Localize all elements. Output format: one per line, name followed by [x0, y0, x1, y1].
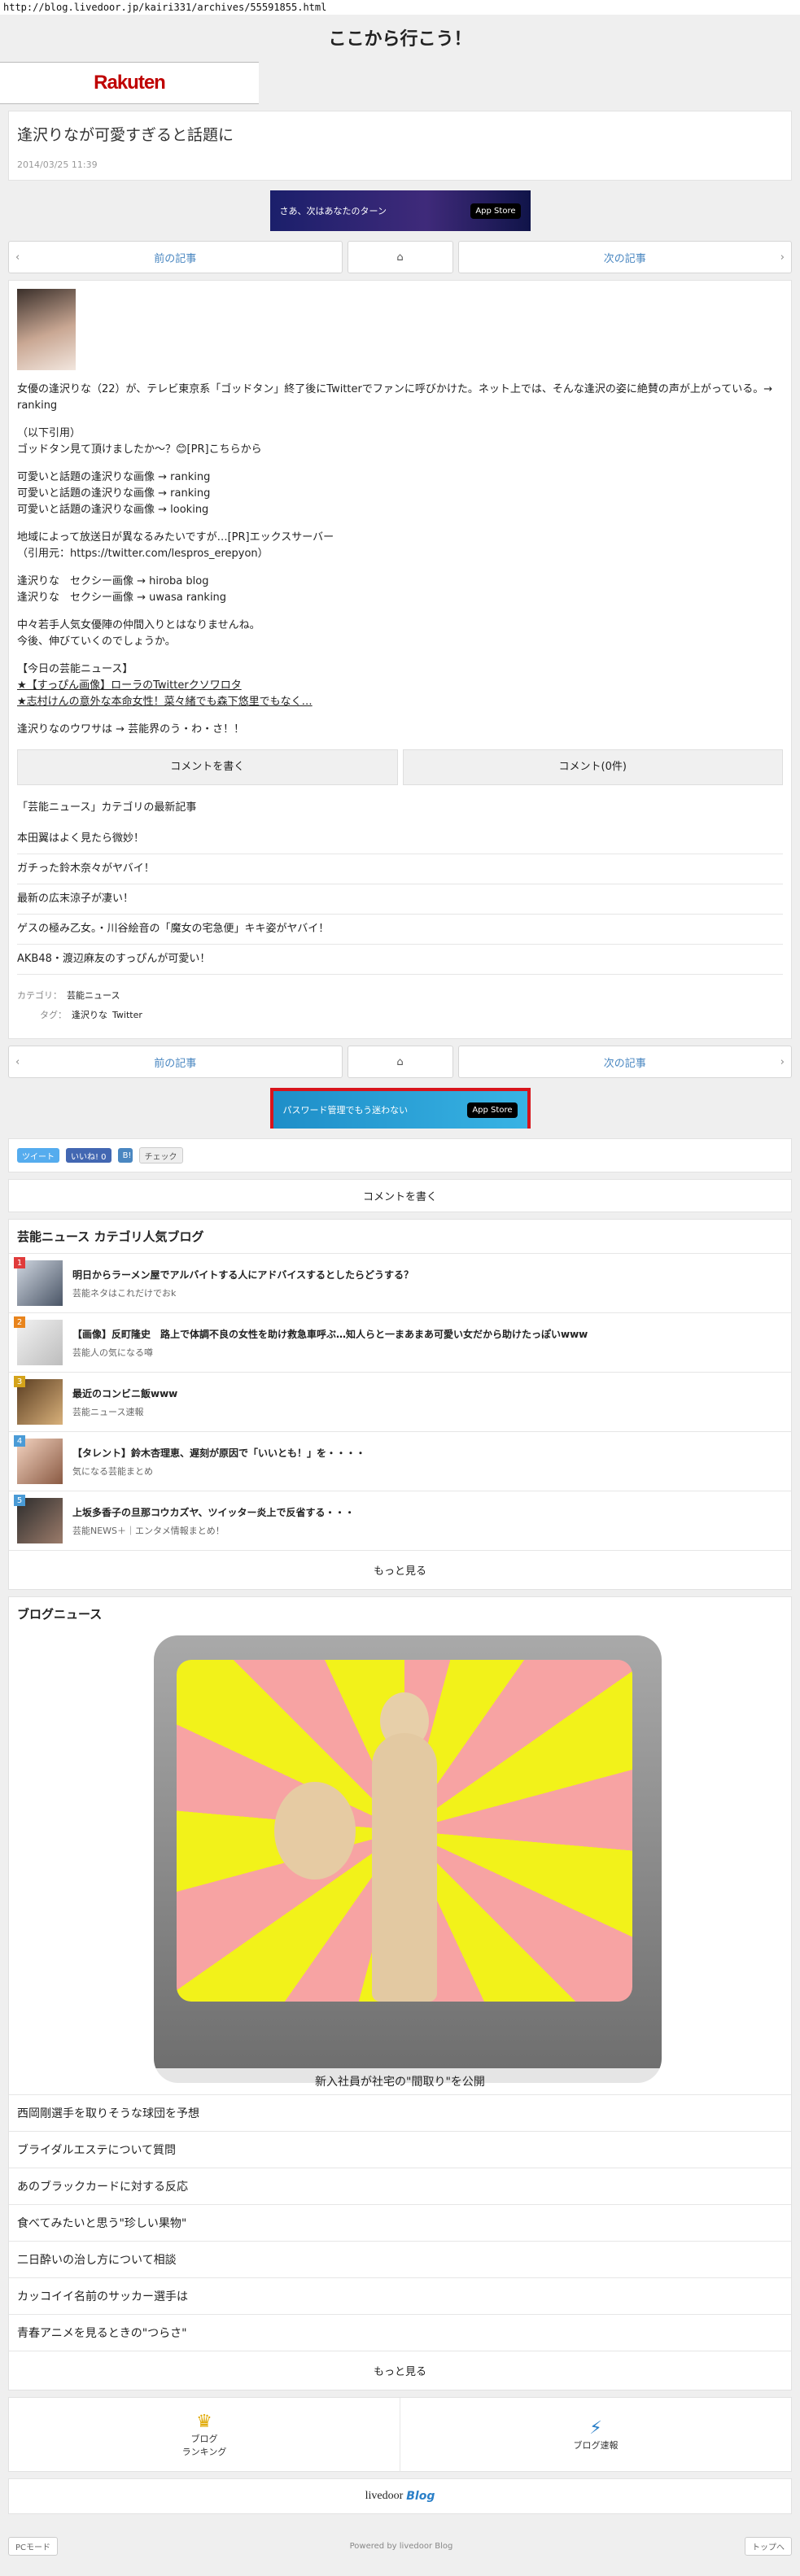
news-item[interactable]: 二日酔いの治し方について相談 [9, 2241, 791, 2277]
article-date: 2014/03/25 11:39 [17, 159, 98, 170]
ranking-item[interactable]: 2 【画像】反町隆史 路上で体調不良の女性を助け救急車呼ぶ…知人らと一まあまあ可… [9, 1312, 791, 1372]
app-store-badge: App Store [467, 1102, 518, 1118]
article-text: 女優の逢沢りな（22）が、テレビ東京系「ゴッドタン」終了後にTwitterでファ… [17, 382, 783, 738]
ranking-item[interactable]: 1 明日からラーメン屋でアルバイトする人にアドバイスするとしたらどうする？ 芸能ネ… [9, 1253, 791, 1312]
powered-by: Powered by livedoor Blog [349, 2541, 453, 2551]
latest-item[interactable]: ガチった鈴木奈々がヤバイ！ [17, 854, 783, 884]
chevron-right-icon: › [780, 251, 785, 264]
popular-title: 芸能ニュース カテゴリ人気ブログ [17, 1229, 204, 1244]
rakuten-logo: Rakuten [94, 72, 166, 94]
ad-banner-game[interactable]: さあ、次はあなたのターン App Store [269, 190, 531, 231]
home-button[interactable]: ⌂ [347, 241, 453, 273]
back-to-top-button[interactable]: トップへ [744, 2536, 792, 2556]
rakuten-ad[interactable]: Rakuten [0, 62, 259, 104]
ranking-item[interactable]: 3 最近のコンビニ飯www 芸能ニュース速報 [9, 1372, 791, 1431]
popular-blogs: 芸能ニュース カテゴリ人気ブログ 1 明日からラーメン屋でアルバイトする人にアド… [8, 1219, 792, 1590]
ranking-item[interactable]: 5 上坂多香子の旦那コウカズヤ、ツイッター炎上で反省する・・・ 芸能NEWS＋｜エ… [9, 1491, 791, 1550]
write-comment-button[interactable]: コメントを書く [17, 749, 398, 785]
footer: PCモード Powered by livedoor Blog トップへ [0, 2534, 800, 2558]
blog-ranking-link[interactable]: ♛ ブログ ランキング [9, 2398, 400, 2471]
more-button[interactable]: もっと見る [9, 1550, 791, 1589]
blog-news-title: ブログニュース [17, 1607, 103, 1622]
latest-heading: 「芸能ニュース」カテゴリの最新記事 [17, 801, 197, 814]
like-button[interactable]: いいね! 0 [66, 1148, 111, 1163]
ranking-thumbnail: 1 [14, 1257, 63, 1306]
prev-article-button[interactable]: ‹ 前の記事 [8, 241, 343, 273]
latest-item[interactable]: 最新の広末涼子が凄い！ [17, 884, 783, 915]
news-item[interactable]: 西岡剛選手を取りそうな球団を予想 [9, 2094, 791, 2131]
more-button[interactable]: もっと見る [9, 2351, 791, 2390]
crown-icon: ♛ [196, 2411, 212, 2432]
news-item[interactable]: 食べてみたいと思う"珍しい果物" [9, 2204, 791, 2241]
check-button[interactable]: チェック [138, 1147, 183, 1164]
social-bar: ツイート いいね! 0 B! チェック [8, 1138, 792, 1172]
ad-banner-password[interactable]: パスワード管理でもう迷わない App Store [269, 1088, 531, 1129]
news-hero-caption: 新入社員が社宅の"間取り"を公開 [14, 2068, 786, 2094]
write-comment-link[interactable]: コメントを書く [9, 1180, 791, 1212]
url-bar: http://blog.livedoor.jp/kairi331/archive… [0, 0, 800, 15]
news-item[interactable]: 青春アニメを見るときの"つらさ" [9, 2314, 791, 2351]
ranking-thumbnail: 2 [14, 1316, 63, 1365]
article-meta: カテゴリ： 芸能ニュース タグ： 逢沢りな Twitter [17, 990, 142, 1020]
comment-count-button[interactable]: コメント(0件) [402, 749, 783, 785]
blog-quick-link[interactable]: ⚡ ブログ速報 [400, 2398, 791, 2471]
tag-link[interactable]: Twitter [112, 1010, 142, 1020]
bottom-links: ♛ ブログ ランキング ⚡ ブログ速報 [8, 2397, 792, 2472]
article-title: 逢沢りなが可愛すぎると話題に [17, 126, 234, 144]
home-icon: ⌂ [396, 251, 404, 264]
article-photo [17, 289, 76, 370]
news-item[interactable]: カッコイイ名前のサッカー選手は [9, 2277, 791, 2314]
ranking-item[interactable]: 4 【タレント】鈴木杏理恵、遅刻が原因で「いいとも！」を・・・・ 気になる芸能まと… [9, 1431, 791, 1491]
latest-item[interactable]: ゲスの極み乙女。・川谷絵音の「魔女の宅急便」キキ姿がヤバイ！ [17, 915, 783, 945]
lightning-icon: ⚡ [589, 2417, 602, 2438]
ranking-thumbnail: 3 [14, 1376, 63, 1425]
tag-link[interactable]: 逢沢りな [72, 1010, 107, 1020]
chevron-left-icon: ‹ [15, 251, 20, 264]
livedoor-blog-logo[interactable]: livedoor Blog [8, 2478, 792, 2514]
pager-top: ‹ 前の記事 ⌂ 次の記事 › [8, 241, 792, 273]
next-article-button[interactable]: 次の記事 › [457, 241, 792, 273]
article-body: 女優の逢沢りな（22）が、テレビ東京系「ゴッドタン」終了後にTwitterでファ… [8, 280, 792, 1039]
news-link[interactable]: ★志村けんの意外な本命女性！菜々緒でも森下悠里でもなく… [17, 694, 783, 710]
pc-mode-button[interactable]: PCモード [8, 2536, 59, 2556]
category-link[interactable]: 芸能ニュース [67, 990, 120, 1001]
latest-item[interactable]: AKB48・渡辺麻友のすっぴんが可愛い！ [17, 945, 783, 975]
write-comment-card[interactable]: コメントを書く [8, 1179, 792, 1212]
chevron-left-icon: ‹ [15, 1055, 20, 1068]
app-store-badge: App Store [470, 203, 521, 219]
page-banner-title: ここから行こう！ [0, 15, 800, 62]
tv-image [154, 1635, 662, 2083]
news-link[interactable]: ★【すっぴん画像】ローラのTwitterクソワロタ [17, 678, 783, 694]
chevron-right-icon: › [780, 1055, 785, 1068]
pager-bottom: ‹ 前の記事 ⌂ 次の記事 › [8, 1046, 792, 1078]
ad-banner-text: パスワード管理でもう迷わない [282, 1105, 409, 1116]
home-icon: ⌂ [396, 1055, 404, 1068]
next-article-button[interactable]: 次の記事 › [457, 1046, 792, 1078]
ranking-thumbnail: 4 [14, 1435, 63, 1484]
tweet-button[interactable]: ツイート [17, 1148, 59, 1163]
latest-item[interactable]: 本田翼はよく見たら微妙！ [17, 824, 783, 854]
latest-list: 本田翼はよく見たら微妙！ ガチった鈴木奈々がヤバイ！ 最新の広末涼子が凄い！ ゲ… [17, 824, 783, 975]
ranking-thumbnail: 5 [14, 1495, 63, 1543]
news-item[interactable]: あのブラックカードに対する反応 [9, 2168, 791, 2204]
news-item[interactable]: ブライダルエステについて質問 [9, 2131, 791, 2168]
ad-banner-text: さあ、次はあなたのターン [279, 206, 387, 216]
article-header: 逢沢りなが可愛すぎると話題に 2014/03/25 11:39 [8, 111, 792, 181]
share-icon[interactable]: B! [117, 1148, 133, 1163]
blog-news: ブログニュース 新入社員が社宅の"間取り"を公開 西岡剛選手を取りそうな球団を予… [8, 1596, 792, 2390]
news-hero[interactable]: 新入社員が社宅の"間取り"を公開 [14, 1631, 786, 2094]
prev-article-button[interactable]: ‹ 前の記事 [8, 1046, 343, 1078]
home-button[interactable]: ⌂ [347, 1046, 453, 1078]
